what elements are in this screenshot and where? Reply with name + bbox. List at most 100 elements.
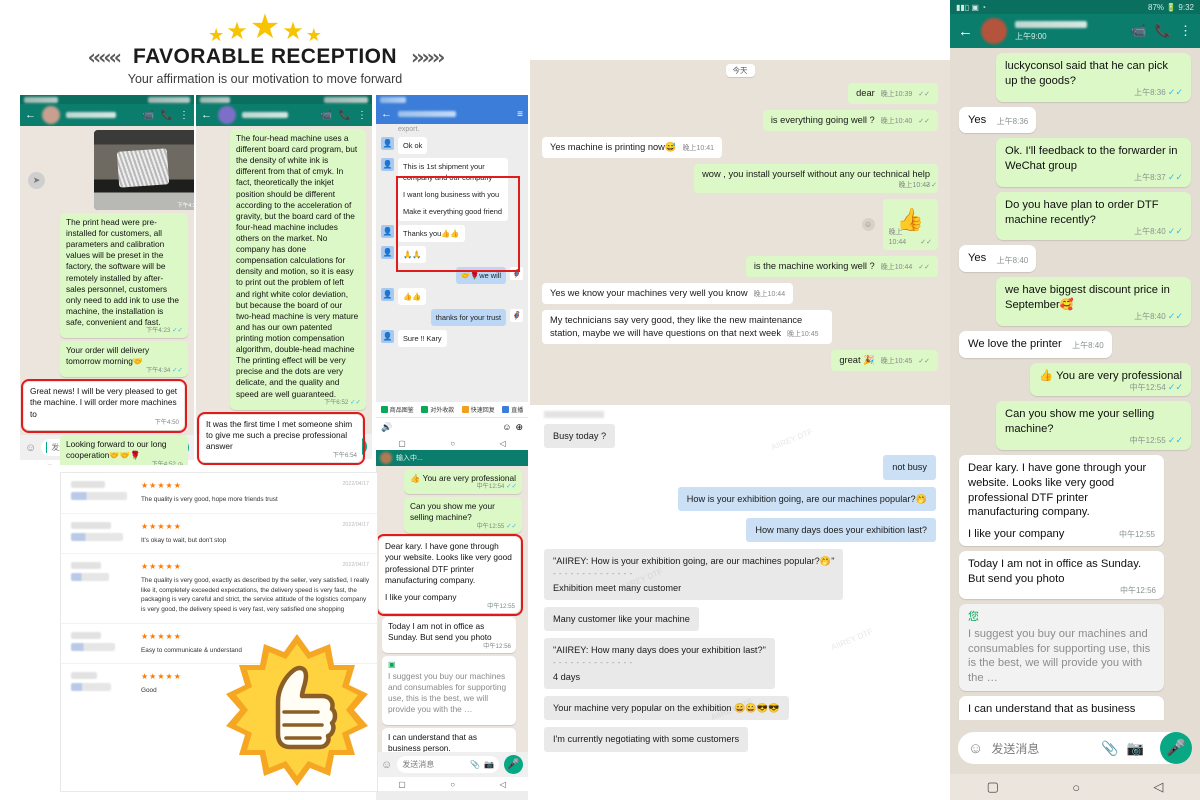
message-bubble[interactable]: 🙏🙏 (398, 245, 427, 263)
avatar-icon[interactable]: 👤 (381, 330, 394, 344)
phone-call-icon[interactable]: 📞 (1155, 23, 1171, 39)
message-bubble[interactable]: Can you show me your selling machine? 中午… (996, 401, 1191, 450)
more-options-icon[interactable]: ⋮ (179, 110, 189, 121)
message-bubble[interactable]: thanks for your trust (430, 308, 506, 327)
voice-record-button[interactable]: 🎤 (1160, 732, 1192, 764)
message-bubble[interactable]: 👍 You are very professional 中午12:54 ✓✓ (1030, 362, 1191, 397)
tool-quick-reply[interactable]: 快速回复 (461, 405, 495, 414)
message-bubble[interactable]: The four-head machine uses a different b… (230, 129, 366, 410)
message-input[interactable]: 发送消息 📎 📷 (397, 756, 499, 773)
nav-square-icon[interactable]: ▢ (222, 462, 230, 466)
avatar-icon[interactable]: 👤 (381, 137, 394, 150)
message-bubble[interactable]: We love the printer 上午8:40 (959, 330, 1112, 358)
back-arrow-icon[interactable]: ← (201, 109, 212, 121)
message-bubble[interactable]: great 🎉 晚上10:45 ✓✓ (831, 349, 938, 371)
message-bubble[interactable]: Great news! I will be very pleased to ge… (21, 379, 187, 433)
emoji-reaction-icon[interactable]: ☺ (861, 217, 875, 231)
message-bubble[interactable]: Today I am not in office as Sunday. But … (382, 616, 516, 654)
message-bubble[interactable]: Dear kary. I have gone through your webs… (959, 454, 1164, 546)
message-bubble[interactable]: is the machine working well ? 晚上10:44 ✓✓ (745, 255, 938, 277)
camera-icon[interactable]: 📷 (484, 760, 494, 769)
message-bubble[interactable]: luckyconsol said that he can pick up the… (996, 53, 1191, 102)
message-bubble[interactable]: I can understand that as business person… (959, 696, 1164, 720)
nav-back-icon[interactable]: ◁ (500, 439, 506, 448)
message-bubble[interactable]: 🤝🌹we will (455, 266, 506, 284)
message-bubble[interactable]: Today I am not in office as Sunday. But … (959, 550, 1164, 600)
nav-back-icon[interactable]: ◁ (1153, 779, 1163, 795)
message-bubble[interactable]: Can you show me your selling machine? 中午… (404, 497, 522, 534)
message-input[interactable]: ☺ 发送消息 📎 📷 (958, 732, 1192, 764)
message-bubble[interactable]: not busy (883, 455, 936, 480)
avatar-icon[interactable]: 👤 (381, 287, 394, 301)
nav-circle-icon[interactable]: ○ (450, 439, 455, 448)
nav-square-icon[interactable]: ▢ (398, 439, 406, 448)
forward-icon[interactable]: ➤ (28, 172, 45, 189)
avatar-icon[interactable]: 👤 (381, 224, 394, 238)
video-call-icon[interactable]: 📹 (320, 110, 332, 121)
avatar-icon[interactable]: 👤 (381, 158, 394, 172)
nav-square-icon[interactable]: ▢ (987, 779, 999, 795)
message-bubble[interactable]: It was the first time I met someone shim… (197, 411, 365, 465)
nav-back-icon[interactable]: ◁ (340, 462, 346, 466)
voice-icon[interactable]: 🔊 (381, 422, 392, 433)
attach-icon[interactable]: 📎 (470, 760, 480, 769)
message-bubble[interactable]: Do you have plan to order DTF machine re… (996, 191, 1191, 241)
attach-icon[interactable]: 📎 (1101, 740, 1118, 757)
message-bubble[interactable]: 👍 You are very professional 中午12:54 ✓✓ (404, 469, 522, 495)
message-bubble[interactable]: Yes machine is printing now😅 晚上10:41 (542, 137, 723, 159)
camera-icon[interactable]: 📷 (1127, 740, 1144, 757)
message-bubble[interactable]: How many days does your exhibition last? (746, 517, 936, 542)
message-bubble[interactable]: dear 晚上10:39 ✓✓ (848, 83, 938, 105)
message-bubble[interactable]: we have biggest discount price in Septem… (996, 277, 1191, 326)
message-bubble[interactable]: How is your exhibition going, are our ma… (677, 486, 936, 511)
nav-circle-icon[interactable]: ○ (1072, 780, 1080, 795)
message-bubble[interactable]: "AIIREY: How many days does your exhibit… (544, 638, 775, 690)
message-bubble[interactable]: wow , you install yourself without any o… (694, 164, 938, 194)
message-image-thumbnail[interactable]: 下午4:22 (94, 130, 194, 210)
message-bubble[interactable]: Sure ‼ Kary (398, 330, 447, 348)
message-bubble[interactable]: Ok ok (398, 137, 428, 155)
message-bubble[interactable]: is everything going well ? 晚上10:40 ✓✓ (762, 110, 938, 132)
phone-call-icon[interactable]: 📞 (339, 110, 351, 121)
video-call-icon[interactable]: 📹 (1131, 23, 1147, 39)
video-call-icon[interactable]: 📹 (142, 110, 154, 121)
avatar-icon[interactable]: 🦸 (510, 266, 523, 280)
message-bubble[interactable]: Thanks you👍👍 (398, 224, 465, 242)
avatar[interactable] (218, 106, 236, 124)
message-bubble[interactable]: 👍 晚上10:44 ✓✓ (882, 199, 938, 250)
message-bubble[interactable]: Yes we know your machines very well you … (542, 282, 794, 304)
message-bubble[interactable]: Dear kary. I have gone through your webs… (376, 534, 523, 616)
tool-product-gallery[interactable]: 商品图鉴 (380, 405, 414, 414)
emoji-icon[interactable]: ☺ (968, 740, 983, 757)
add-icon[interactable]: ⊕ (515, 422, 523, 433)
emoji-icon[interactable]: ☺ (381, 759, 392, 771)
more-options-icon[interactable]: ⋮ (357, 110, 367, 121)
nav-circle-icon[interactable]: ○ (450, 780, 455, 789)
nav-square-icon[interactable]: ▢ (398, 780, 406, 789)
back-arrow-icon[interactable]: ← (25, 109, 36, 121)
tool-live[interactable]: 直播 (502, 405, 523, 414)
message-bubble[interactable]: This is 1st shipment your company and ou… (398, 158, 508, 221)
phone-call-icon[interactable]: 📞 (161, 110, 173, 121)
message-bubble[interactable]: I can understand that as business person… (382, 728, 516, 752)
menu-icon[interactable]: ≡ (517, 109, 523, 120)
message-bubble[interactable]: The print head were pre-installed for cu… (60, 213, 188, 339)
message-bubble[interactable]: Yes 上午8:40 (959, 245, 1037, 273)
message-bubble[interactable]: My technicians say very good, they like … (542, 309, 832, 344)
message-bubble[interactable]: 👍👍 (398, 287, 427, 305)
message-bubble[interactable]: Looking forward to our long cooperation🤝… (60, 434, 188, 465)
message-bubble[interactable]: Your machine very popular on the exhibit… (544, 696, 789, 721)
message-bubble-quoted[interactable]: ▣ I suggest you buy our machines and con… (382, 656, 516, 726)
avatar-icon[interactable]: 🦸 (510, 308, 523, 322)
more-options-icon[interactable]: ⋮ (1179, 23, 1192, 39)
nav-back-icon[interactable]: ◁ (500, 780, 506, 789)
voice-record-button[interactable]: 🎤 (504, 755, 523, 774)
avatar[interactable] (42, 106, 60, 124)
nav-circle-icon[interactable]: ○ (282, 462, 287, 466)
avatar[interactable] (380, 452, 392, 464)
back-arrow-icon[interactable]: ← (381, 108, 392, 120)
message-bubble[interactable]: Yes 上午8:36 (959, 106, 1037, 134)
message-bubble[interactable]: Ok. I'll feedback to the forwarder in We… (996, 138, 1191, 187)
tool-external-payment[interactable]: 对外收款 (421, 405, 454, 414)
message-bubble[interactable]: Your order will delivery tomorrow mornin… (60, 341, 188, 378)
